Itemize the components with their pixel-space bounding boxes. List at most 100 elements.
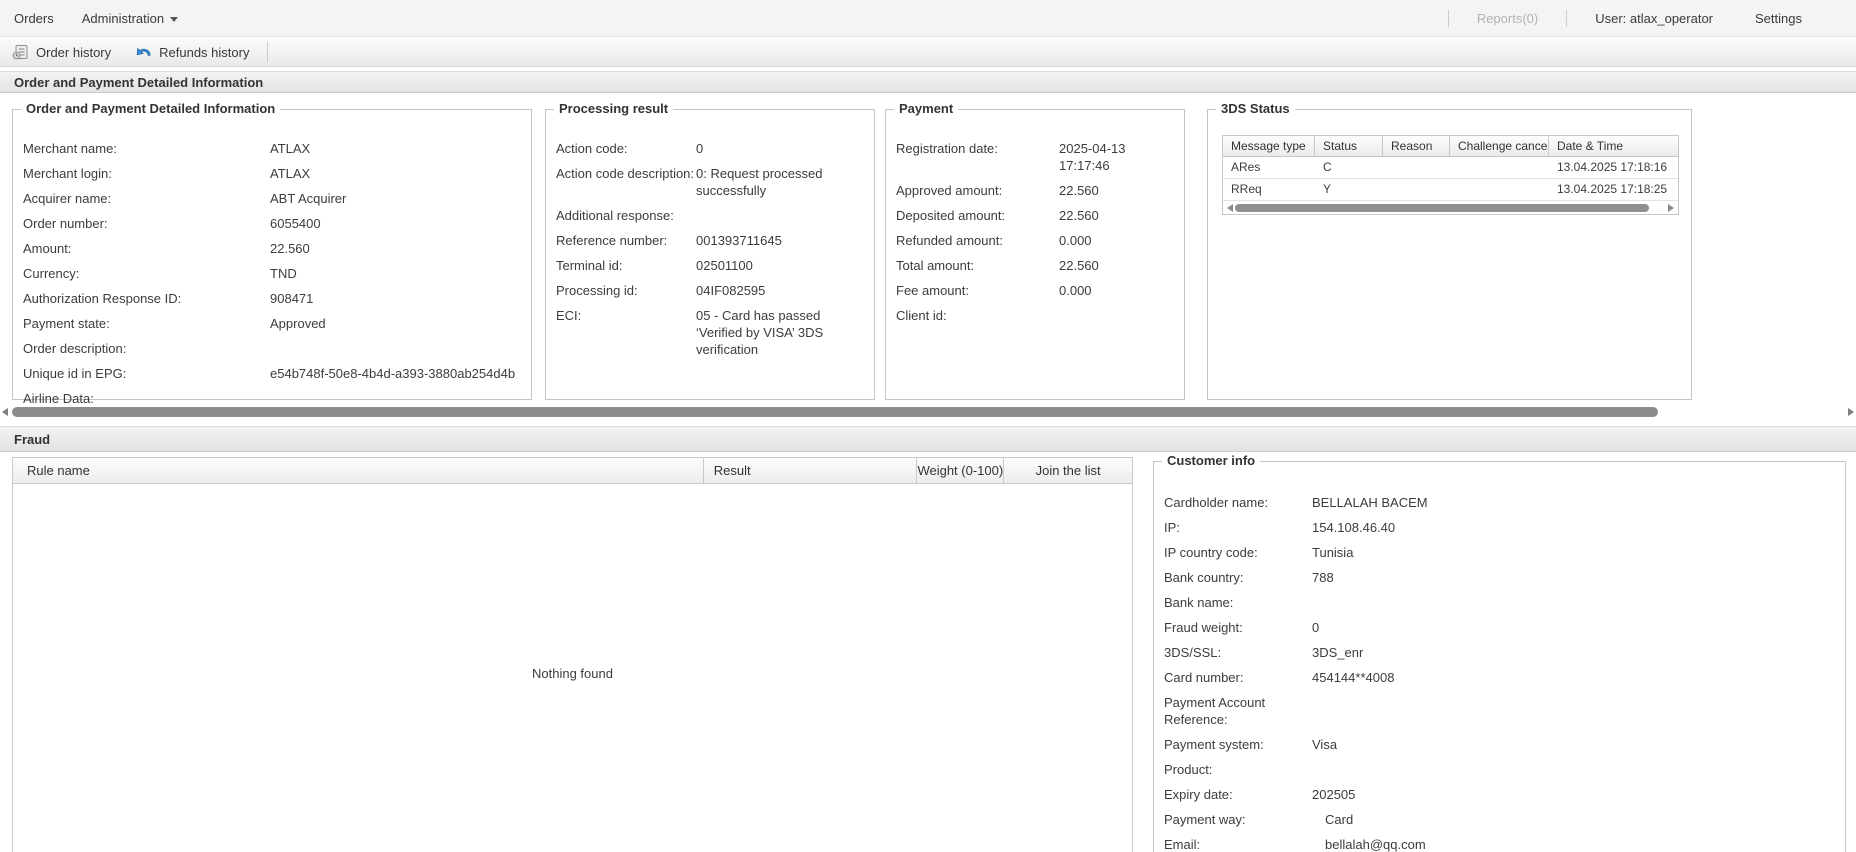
field-label: Cardholder name:: [1164, 494, 1312, 511]
field-row: Reference number:001393711645: [556, 232, 864, 249]
field-row: Total amount:22.560: [896, 257, 1174, 274]
field-label: ECI:: [556, 307, 696, 358]
field-value: 908471: [270, 290, 521, 307]
scroll-track: [10, 407, 1846, 417]
field-label: 3DS/SSL:: [1164, 644, 1312, 661]
field-row: Merchant name:ATLAX: [23, 140, 521, 157]
3ds-status-table: Message typeStatusReasonChallenge cancel…: [1222, 135, 1679, 215]
field-label: Currency:: [23, 265, 270, 282]
refunds-history-button[interactable]: Refunds history: [123, 38, 261, 66]
field-row: Registration date:2025-04-13 17:17:46: [896, 140, 1174, 174]
menu-settings[interactable]: Settings: [1741, 11, 1816, 26]
field-label: Processing id:: [556, 282, 696, 299]
field-label: IP:: [1164, 519, 1312, 536]
field-value: [696, 207, 864, 224]
table-row[interactable]: RReqY 13.04.2025 17:18:25: [1223, 179, 1678, 201]
scroll-thumb[interactable]: [1235, 204, 1649, 212]
field-label: Bank country:: [1164, 569, 1312, 586]
table-cell: Y: [1315, 179, 1383, 200]
menu-administration[interactable]: Administration: [68, 11, 192, 26]
fraud-table-header: Rule nameResultWeight (0-100)Join the li…: [12, 457, 1133, 484]
field-row: Refunded amount:0.000: [896, 232, 1174, 249]
field-row: Deposited amount:22.560: [896, 207, 1174, 224]
scroll-right-icon[interactable]: [1668, 204, 1674, 212]
field-row: Acquirer name:ABT Acquirer: [23, 190, 521, 207]
field-value: [1312, 761, 1835, 778]
menu-administration-label: Administration: [82, 11, 164, 26]
field-label: Reference number:: [556, 232, 696, 249]
field-label: Deposited amount:: [896, 207, 1059, 224]
top-section-header: Order and Payment Detailed Information: [0, 71, 1856, 93]
field-row: IP country code:Tunisia: [1164, 544, 1835, 561]
order-detail-area: Order and Payment Detailed Information M…: [0, 94, 1856, 404]
field-value: ATLAX: [270, 140, 521, 157]
field-label: Acquirer name:: [23, 190, 270, 207]
main-horizontal-scrollbar[interactable]: [0, 404, 1856, 419]
field-value: 22.560: [1059, 182, 1174, 199]
table-cell: RReq: [1223, 179, 1315, 200]
field-label: Authorization Response ID:: [23, 290, 270, 307]
field-row: Action code:0: [556, 140, 864, 157]
field-row: Action code description:0: Request proce…: [556, 165, 864, 199]
menu-reports-label: Reports(0): [1477, 11, 1538, 26]
field-row: Payment state:Approved: [23, 315, 521, 332]
divider: [1448, 10, 1449, 27]
field-value: 454144**4008: [1312, 669, 1835, 686]
field-value: 0.000: [1059, 232, 1174, 249]
field-label: Unique id in EPG:: [23, 365, 270, 382]
3ds-horizontal-scrollbar[interactable]: [1223, 201, 1678, 214]
table-row[interactable]: AResC13.04.2025 17:18:16: [1223, 157, 1678, 179]
field-row: Terminal id:02501100: [556, 257, 864, 274]
field-value: 22.560: [1059, 257, 1174, 274]
field-value: 2025-04-13 17:17:46: [1059, 140, 1174, 174]
field-value: [270, 340, 521, 357]
field-value: 0: [1312, 619, 1835, 636]
field-value: 22.560: [1059, 207, 1174, 224]
panel-customer-legend: Customer info: [1162, 453, 1260, 468]
fraud-table-body: Nothing found: [12, 484, 1133, 852]
scroll-left-icon[interactable]: [2, 408, 8, 416]
panel-3ds-legend: 3DS Status: [1216, 101, 1295, 116]
table-cell: [1450, 179, 1549, 200]
field-row: Authorization Response ID:908471: [23, 290, 521, 307]
field-value: 04IF082595: [696, 282, 864, 299]
3ds-column-header: Message type: [1223, 136, 1315, 156]
scroll-left-icon[interactable]: [1227, 204, 1233, 212]
field-label: Approved amount:: [896, 182, 1059, 199]
field-row: ECI:05 - Card has passed ‘Verified by VI…: [556, 307, 864, 358]
field-row: Amount:22.560: [23, 240, 521, 257]
fraud-column-header: Join the list: [1004, 458, 1132, 483]
fraud-area: Rule nameResultWeight (0-100)Join the li…: [0, 453, 1856, 852]
field-value: bellalah@qq.com: [1312, 836, 1835, 852]
field-label: Merchant login:: [23, 165, 270, 182]
menu-reports[interactable]: Reports(0): [1463, 11, 1552, 26]
field-row: Approved amount:22.560: [896, 182, 1174, 199]
field-label: Payment system:: [1164, 736, 1312, 753]
field-label: Action code:: [556, 140, 696, 157]
field-row: Bank name:: [1164, 594, 1835, 611]
fraud-empty-text: Nothing found: [532, 666, 613, 681]
field-label: Expiry date:: [1164, 786, 1312, 803]
order-history-button[interactable]: Order history: [0, 38, 123, 66]
field-value: 0: Request processed successfully: [696, 165, 864, 199]
panel-customer-info: Customer info Cardholder name:BELLALAH B…: [1153, 461, 1846, 852]
field-value: 0: [696, 140, 864, 157]
field-value: [1312, 694, 1835, 728]
field-label: Registration date:: [896, 140, 1059, 174]
field-row: Unique id in EPG:e54b748f-50e8-4b4d-a393…: [23, 365, 521, 382]
table-cell: 13.04.2025 17:18:25: [1549, 179, 1678, 200]
field-value: Card: [1312, 811, 1835, 828]
field-value: Visa: [1312, 736, 1835, 753]
field-value: 0.000: [1059, 282, 1174, 299]
panel-payment: Payment Registration date:2025-04-13 17:…: [885, 109, 1185, 400]
scroll-right-icon[interactable]: [1848, 408, 1854, 416]
user-label: User: atlax_operator: [1581, 11, 1727, 26]
fraud-column-header: Weight (0-100): [917, 458, 1004, 483]
3ds-column-header: Status: [1315, 136, 1383, 156]
menu-orders[interactable]: Orders: [0, 11, 68, 26]
scroll-thumb[interactable]: [12, 407, 1658, 417]
3ds-table-body: AResC13.04.2025 17:18:16RReqY 13.04.2025 …: [1223, 157, 1678, 201]
field-label: IP country code:: [1164, 544, 1312, 561]
field-value: 202505: [1312, 786, 1835, 803]
field-label: Additional response:: [556, 207, 696, 224]
